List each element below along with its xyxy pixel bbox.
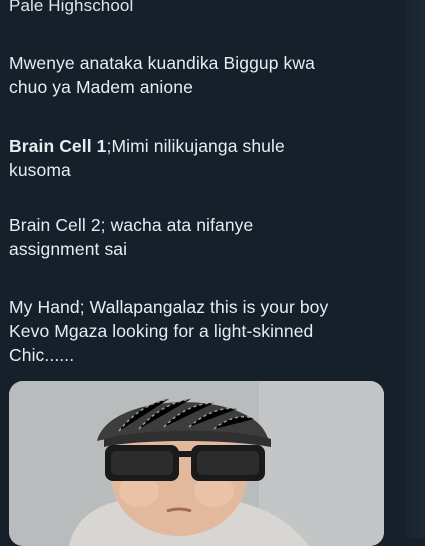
baby-photo-icon	[9, 381, 384, 546]
tweet-paragraph-3: Brain Cell 2; wacha ata nifanye assignme…	[9, 215, 254, 259]
tweet-paragraph-1: Mwenye anataka kuandika Biggup kwa chuo …	[9, 53, 315, 97]
right-edge-strip	[405, 0, 425, 538]
tweet-paragraph-4: My Hand; Wallapangalaz this is your boy …	[9, 297, 329, 365]
tweet-header-text: Pale Highschool	[9, 0, 134, 15]
tweet-paragraph-2: Brain Cell 1;Mimi nilikujanga shule kuso…	[9, 134, 399, 182]
tweet-card[interactable]: Pale Highschool Mwenye anataka kuandika …	[0, 0, 405, 546]
tweet-media-image[interactable]	[9, 381, 384, 546]
brain-cell-1-label: Brain Cell 1	[9, 136, 107, 156]
